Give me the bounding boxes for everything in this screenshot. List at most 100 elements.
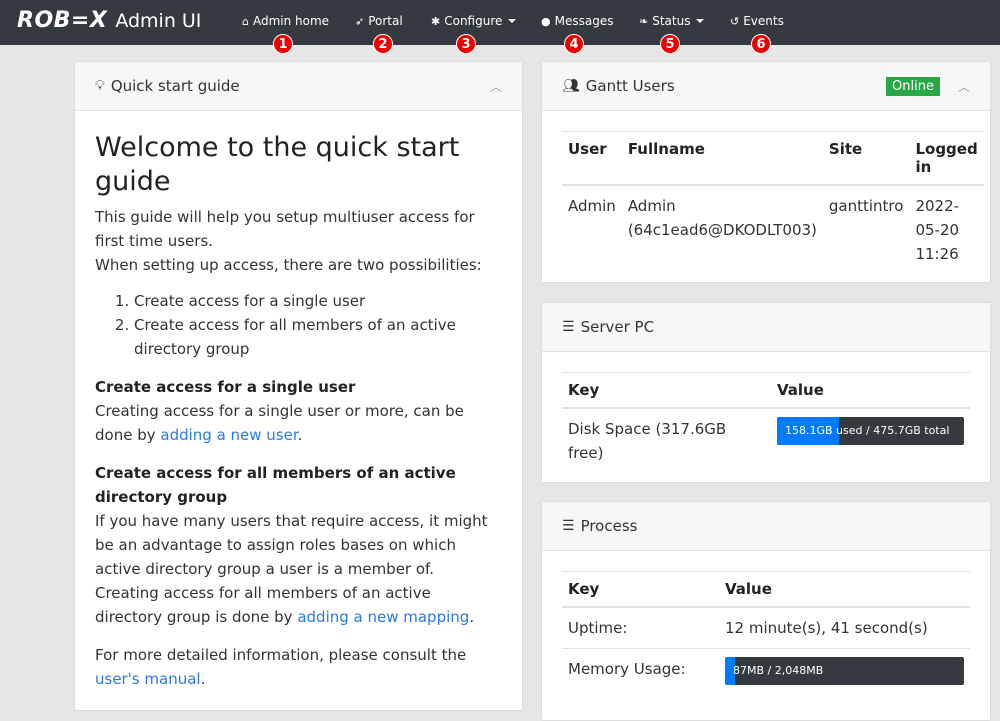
column-header: Key — [562, 571, 719, 608]
callout-badge: 3 — [456, 34, 476, 54]
gantt-users-header[interactable]: 👥︎ Gantt Users Online ︿ — [542, 62, 990, 111]
nav-label: Admin home — [252, 14, 330, 28]
callout-badge: 1 — [273, 34, 293, 54]
cell-site: ganttintro — [822, 184, 910, 274]
cell-logged-in: 2022-05-20 11:26 — [909, 184, 984, 274]
server-pc-body: Key Value Disk Space (317.6GB free) 158.… — [542, 352, 990, 473]
column-header: Value — [771, 372, 970, 409]
brand-subtitle: Admin UI — [115, 10, 202, 32]
collapse-chevron-icon[interactable]: ︿ — [490, 78, 502, 95]
callout-badge: 5 — [660, 34, 680, 54]
user-manual-link[interactable]: user's manual — [95, 670, 201, 688]
progress-label: 87MB / 2,048MB — [733, 664, 824, 677]
server-pc-header[interactable]: ☰ Server PC — [542, 303, 990, 352]
nav-admin-home[interactable]: ⌂ Admin home — [242, 14, 329, 28]
home-icon: ⌂ — [242, 14, 249, 28]
nav-configure[interactable]: ✱ Configure — [431, 14, 517, 28]
add-mapping-link[interactable]: adding a new mapping — [297, 608, 469, 626]
nav-label: Status — [652, 14, 691, 28]
callout-badge: 6 — [751, 34, 771, 54]
process-header[interactable]: ☰ Process — [542, 502, 990, 551]
lightbulb-icon: 💡︎ — [95, 78, 105, 94]
cell-value: 158.1GB used / 475.7GB total — [771, 407, 970, 473]
quick-start-body: Welcome to the quick start guide This gu… — [75, 111, 522, 710]
process-table: Key Value Uptime: 12 minute(s), 41 secon… — [562, 571, 970, 693]
cell-key: Memory Usage: — [562, 648, 719, 693]
section-text: Creating access for all members of an ac… — [95, 581, 502, 629]
column-header: User — [562, 131, 622, 186]
column-header: Fullname — [621, 131, 823, 186]
server-pc-card: ☰ Server PC Key Value Disk Space (317.6G… — [541, 302, 991, 483]
gantt-users-table: User Fullname Site Logged in Admin Admin… — [562, 131, 984, 274]
nav-status[interactable]: ❧ Status — [639, 14, 705, 28]
table-row: Uptime: 12 minute(s), 41 second(s) — [562, 606, 970, 649]
column-header: Site — [822, 131, 910, 186]
table-row: Memory Usage: 87MB / 2,048MB — [562, 648, 970, 693]
text-span: used / 475.7GB total — [832, 424, 950, 437]
top-navbar: ROB=X Admin UI ⌂ Admin home ➶ Portal ✱ C… — [0, 0, 1000, 45]
table-row: Admin Admin (64c1ead6@DKODLT003) ganttin… — [562, 184, 984, 274]
gantt-users-card: 👥︎ Gantt Users Online ︿ User Fullname Si… — [541, 61, 991, 283]
disk-space-progress: 158.1GB used / 475.7GB total — [777, 417, 964, 445]
quick-start-card: 💡︎ Quick start guide ︿ Welcome to the qu… — [74, 61, 523, 711]
nav-portal[interactable]: ➶ Portal — [355, 14, 403, 28]
page-title: Welcome to the quick start guide — [95, 132, 460, 197]
nav-label: Messages — [554, 14, 614, 28]
server-icon: ☰ — [562, 319, 575, 335]
card-title: Process — [580, 517, 638, 535]
card-title: Quick start guide — [110, 77, 240, 95]
comment-icon: ● — [541, 14, 551, 28]
callout-badge: 4 — [564, 34, 584, 54]
table-header-row: Key Value — [562, 571, 970, 608]
gear-icon: ✱ — [431, 14, 441, 28]
cell-value: 87MB / 2,048MB — [719, 648, 970, 693]
cell-key: Uptime: — [562, 606, 719, 649]
quick-start-header[interactable]: 💡︎ Quick start guide ︿ — [75, 62, 522, 111]
cell-value: 12 minute(s), 41 second(s) — [719, 606, 970, 649]
section-heading: Create access for a single user — [95, 378, 356, 396]
status-badge: Online — [886, 76, 940, 96]
rocket-icon: ➶ — [355, 14, 365, 28]
callout-badge: 2 — [373, 34, 393, 54]
cell-user: Admin — [562, 184, 622, 274]
nav-label: Portal — [368, 14, 403, 28]
cell-key: Disk Space (317.6GB free) — [562, 407, 771, 473]
brand-logo: ROB=X — [17, 8, 108, 33]
server-icon: ☰ — [562, 518, 575, 534]
history-icon: ↺ — [730, 14, 740, 28]
list-item: Create access for all members of an acti… — [134, 313, 502, 361]
caret-down-icon — [508, 19, 517, 23]
leaf-icon: ❧ — [639, 14, 649, 28]
intro-text: When setting up access, there are two po… — [95, 256, 482, 274]
brand[interactable]: ROB=X Admin UI — [17, 8, 201, 33]
column-header: Value — [719, 571, 970, 608]
users-icon: 👥︎ — [562, 78, 580, 94]
card-title: Gantt Users — [585, 77, 675, 95]
table-header-row: Key Value — [562, 372, 970, 409]
nav-messages[interactable]: ● Messages — [541, 14, 613, 28]
table-row: Disk Space (317.6GB free) 158.1GB used /… — [562, 407, 970, 473]
options-list: Create access for a single user Create a… — [95, 289, 502, 361]
nav-events[interactable]: ↺ Events — [730, 14, 784, 28]
process-body: Key Value Uptime: 12 minute(s), 41 secon… — [542, 551, 990, 693]
text-span: . — [297, 426, 303, 444]
progress-label: 158.1GB used / 475.7GB total — [785, 417, 949, 445]
section-heading: Create access for all members of an acti… — [95, 464, 456, 506]
section-text: Creating access for a single user or mor… — [95, 399, 502, 447]
server-pc-table: Key Value Disk Space (317.6GB free) 158.… — [562, 372, 970, 473]
gantt-users-body: User Fullname Site Logged in Admin Admin… — [542, 111, 990, 274]
section-text: If you have many users that require acce… — [95, 512, 488, 578]
nav-label: Events — [743, 14, 784, 28]
text-span: . — [469, 608, 475, 626]
text-span: For more detailed information, please co… — [95, 646, 467, 664]
column-header: Logged in — [909, 131, 984, 186]
more-info-text: For more detailed information, please co… — [95, 643, 502, 691]
process-card: ☰ Process Key Value Uptime: 12 minute(s)… — [541, 501, 991, 721]
cell-fullname: Admin (64c1ead6@DKODLT003) — [621, 184, 823, 274]
memory-usage-progress: 87MB / 2,048MB — [725, 657, 964, 685]
collapse-chevron-icon[interactable]: ︿ — [958, 78, 970, 95]
add-user-link[interactable]: adding a new user — [160, 426, 297, 444]
caret-down-icon — [696, 19, 705, 23]
card-title: Server PC — [580, 318, 655, 336]
nav-label: Configure — [444, 14, 503, 28]
